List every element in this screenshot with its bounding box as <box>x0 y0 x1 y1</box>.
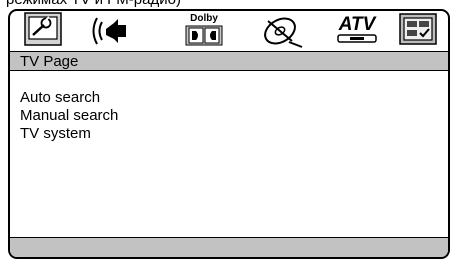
dolby-label: Dolby <box>190 13 218 24</box>
menu-list: Auto search Manual search TV system <box>20 89 118 143</box>
osd-screen: Dolby ATV TV Page Auto search Manual sea… <box>8 9 450 259</box>
system-setup-icon[interactable] <box>22 11 64 50</box>
dolby-digital-icon[interactable]: Dolby <box>178 11 230 50</box>
atv-icon[interactable]: ATV <box>332 11 382 50</box>
preference-icon[interactable] <box>396 11 440 50</box>
tab-icon-row: Dolby ATV <box>10 11 448 50</box>
cropped-caption: режимах TV и FM-радио) <box>6 0 181 8</box>
page-title-bar: TV Page <box>10 51 448 71</box>
menu-item-auto-search[interactable]: Auto search <box>20 89 118 107</box>
audio-speaker-icon[interactable] <box>90 11 136 50</box>
disc-icon[interactable] <box>258 11 304 50</box>
status-bar <box>10 237 448 257</box>
page-title: TV Page <box>20 53 79 70</box>
menu-item-tv-system[interactable]: TV system <box>20 125 118 143</box>
menu-item-manual-search[interactable]: Manual search <box>20 107 118 125</box>
atv-label: ATV <box>338 14 377 35</box>
